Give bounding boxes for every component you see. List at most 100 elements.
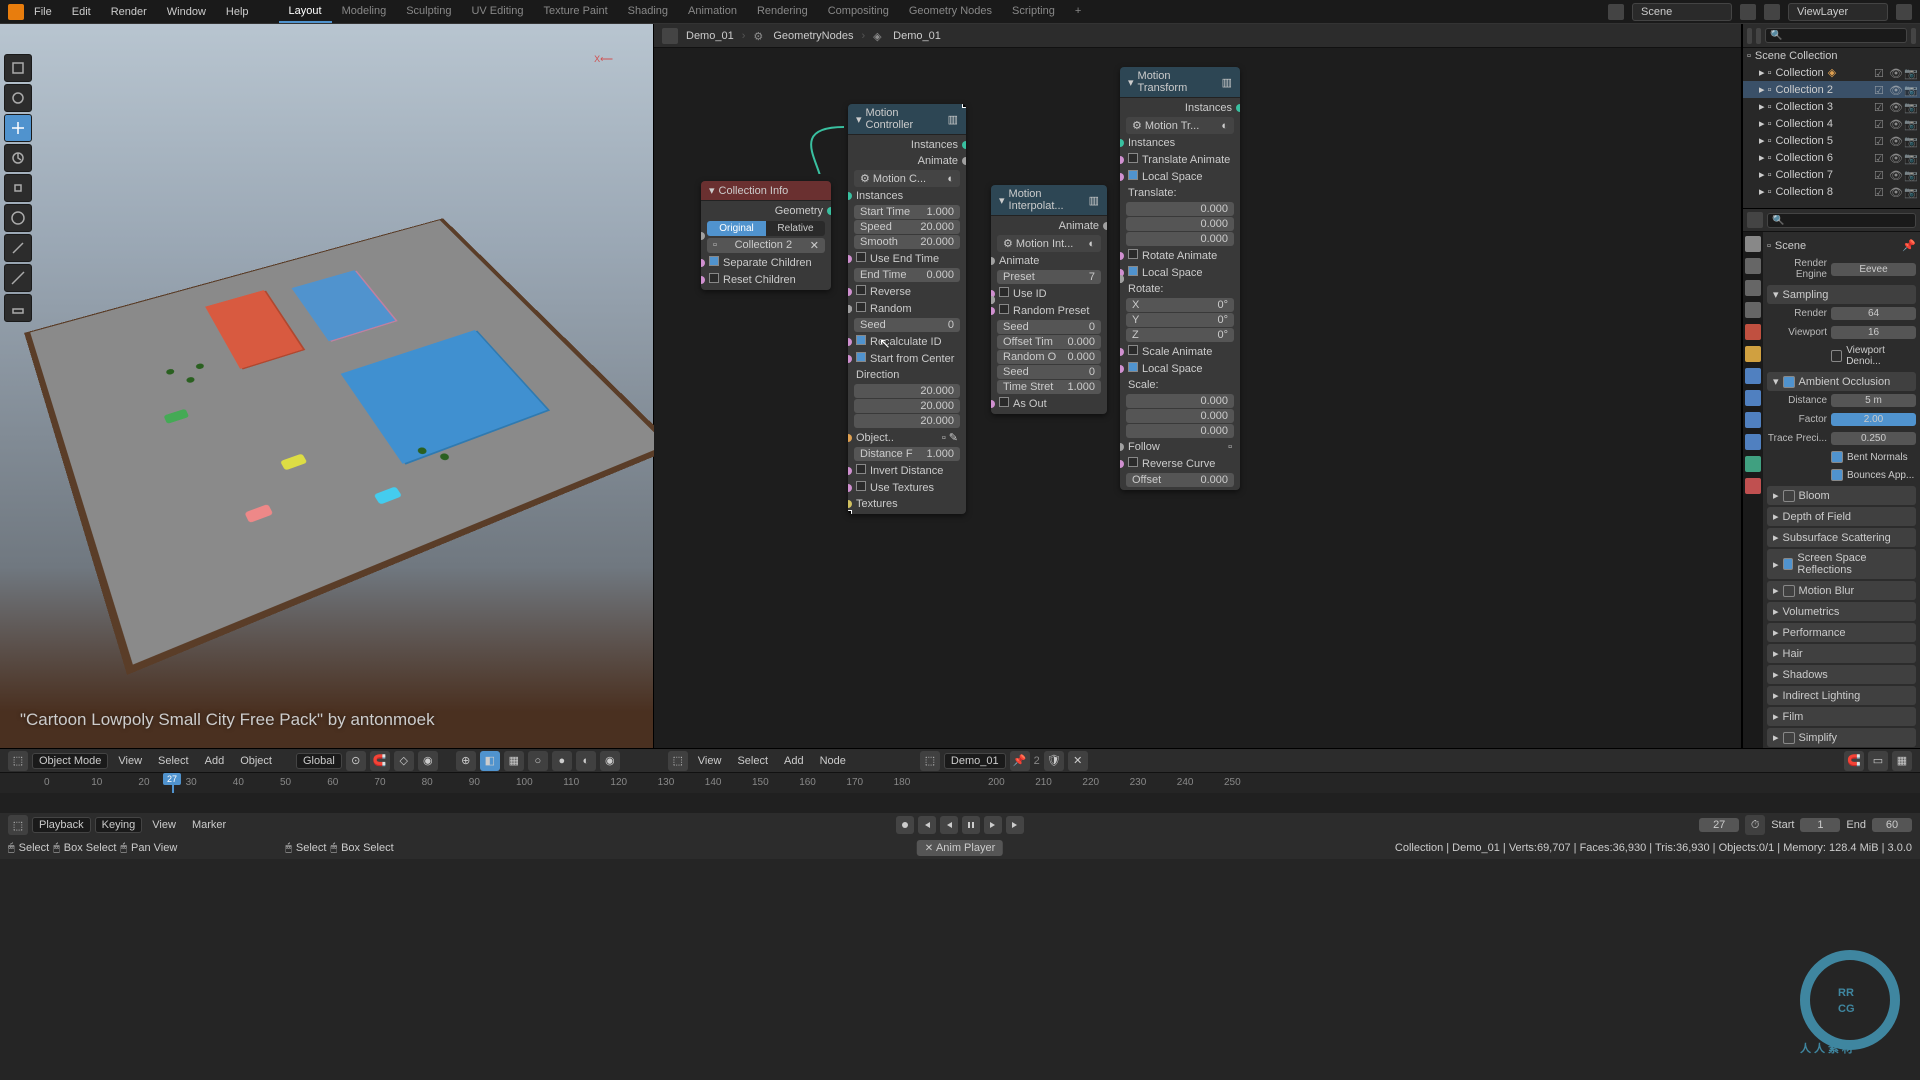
panel-simplify[interactable]: ▸ Simplify bbox=[1767, 728, 1916, 747]
material-tab[interactable] bbox=[1745, 478, 1761, 494]
restrict-select-icon[interactable]: ☑ bbox=[1874, 169, 1886, 181]
invert-distance[interactable]: Invert Distance bbox=[848, 462, 966, 479]
sy[interactable]: 0.000 bbox=[1126, 409, 1234, 423]
outliner-editor-icon[interactable] bbox=[1747, 28, 1752, 44]
editor-type-icon[interactable] bbox=[662, 28, 678, 44]
panel-enable-check[interactable] bbox=[1783, 558, 1794, 570]
dir-z[interactable]: 20.000 bbox=[854, 414, 960, 428]
tx[interactable]: 0.000 bbox=[1126, 202, 1234, 216]
breadcrumb-object[interactable]: Demo_01 bbox=[686, 30, 734, 42]
interp-seed2[interactable]: Seed0 bbox=[997, 365, 1101, 379]
panel-depth-of-field[interactable]: ▸ Depth of Field bbox=[1767, 507, 1916, 526]
random[interactable]: Random bbox=[848, 300, 966, 317]
workspace-tab-shading[interactable]: Shading bbox=[618, 1, 678, 23]
render-visibility-icon[interactable]: 📷 bbox=[1904, 186, 1916, 198]
timeline[interactable]: 27 0102030405060708090100110120130140150… bbox=[0, 773, 1920, 813]
world-tab[interactable] bbox=[1745, 324, 1761, 340]
workspace-tab-rendering[interactable]: Rendering bbox=[747, 1, 818, 23]
preview-range-icon[interactable]: ⏱ bbox=[1745, 815, 1765, 835]
unlink-icon[interactable]: ✕ bbox=[1068, 751, 1088, 771]
viewport-editor-icon[interactable]: ⬚ bbox=[8, 751, 28, 771]
use-textures[interactable]: Use Textures bbox=[848, 479, 966, 496]
visibility-icon[interactable]: 👁 bbox=[1889, 186, 1901, 198]
node-motion-interpolation[interactable]: ▾Motion Interpolat...▥ Animate ⚙Motion I… bbox=[991, 185, 1107, 414]
overlay-icon[interactable]: ◧ bbox=[480, 751, 500, 771]
workspace-tab-uv-editing[interactable]: UV Editing bbox=[461, 1, 533, 23]
workspace-tab-sculpting[interactable]: Sculpting bbox=[396, 1, 461, 23]
physics-tab[interactable] bbox=[1745, 412, 1761, 428]
restrict-select-icon[interactable]: ☑ bbox=[1874, 67, 1886, 79]
socket-geometry[interactable]: Geometry bbox=[701, 203, 831, 219]
restrict-select-icon[interactable]: ☑ bbox=[1874, 84, 1886, 96]
menu-edit[interactable]: Edit bbox=[62, 6, 101, 18]
separate-children[interactable]: Separate Children bbox=[701, 254, 831, 271]
menu-render[interactable]: Render bbox=[101, 6, 157, 18]
3d-viewport[interactable]: "Cartoon Lowpoly Small City Free Pack" b… bbox=[0, 24, 654, 748]
shade-mat-icon[interactable]: ◐ bbox=[576, 751, 596, 771]
offset-time[interactable]: Offset Tim0.000 bbox=[997, 335, 1101, 349]
inner-motion-tr[interactable]: ⚙Motion Tr...◐ bbox=[1126, 117, 1234, 134]
start-from-center[interactable]: Start from Center bbox=[848, 350, 966, 367]
ao-panel[interactable]: ▾ Ambient Occlusion bbox=[1767, 372, 1916, 391]
visibility-icon[interactable]: 👁 bbox=[1889, 84, 1901, 96]
time-stretch[interactable]: Time Stret1.000 bbox=[997, 380, 1101, 394]
breadcrumb-modifier[interactable]: GeometryNodes bbox=[773, 30, 853, 42]
outliner[interactable]: ▫ Scene Collection ▸ ▫ Collection ◈☑👁📷▸ … bbox=[1743, 48, 1920, 208]
pin-icon[interactable]: 📌 bbox=[1902, 239, 1916, 252]
add-workspace-button[interactable]: + bbox=[1065, 1, 1091, 23]
restrict-select-icon[interactable]: ☑ bbox=[1874, 118, 1886, 130]
outliner-row[interactable]: ▸ ▫ Collection ◈☑👁📷 bbox=[1743, 64, 1920, 81]
render-visibility-icon[interactable]: 📷 bbox=[1904, 135, 1916, 147]
timeline-marker[interactable]: Marker bbox=[186, 817, 232, 833]
panel-enable-check[interactable] bbox=[1783, 490, 1795, 502]
shade-solid-icon[interactable]: ● bbox=[552, 751, 572, 771]
jump-start-icon[interactable] bbox=[918, 816, 936, 834]
inner-motion-int[interactable]: ⚙Motion Int...◐ bbox=[997, 235, 1101, 252]
translate-animate[interactable]: Translate Animate bbox=[1120, 151, 1240, 168]
props-editor-icon[interactable] bbox=[1747, 212, 1763, 228]
ao-factor[interactable]: 2.00 bbox=[1831, 413, 1916, 426]
output-tab[interactable] bbox=[1745, 258, 1761, 274]
outliner-row[interactable]: ▸ ▫ Collection 6☑👁📷 bbox=[1743, 149, 1920, 166]
use-id[interactable]: Use ID bbox=[991, 285, 1107, 302]
pause-icon[interactable] bbox=[962, 816, 980, 834]
render-tab[interactable] bbox=[1745, 236, 1761, 252]
anim-player-chip[interactable]: ✕ Anim Player bbox=[917, 840, 1003, 856]
node-collection-info[interactable]: ▾Collection Info Geometry Original Relat… bbox=[701, 181, 831, 290]
render-visibility-icon[interactable]: 📷 bbox=[1904, 84, 1916, 96]
annotate-tool[interactable] bbox=[4, 234, 32, 262]
timeline-view[interactable]: View bbox=[146, 817, 182, 833]
rx[interactable]: X0° bbox=[1126, 298, 1234, 312]
panel-motion-blur[interactable]: ▸ Motion Blur bbox=[1767, 581, 1916, 600]
btn-original[interactable]: Original bbox=[707, 221, 766, 236]
node-select-menu[interactable]: Select bbox=[731, 753, 774, 769]
instances-in[interactable]: Instances bbox=[1120, 135, 1240, 151]
inner-motion-c[interactable]: ⚙Motion C...◐ bbox=[854, 170, 960, 187]
viewport-samples[interactable]: 16 bbox=[1831, 326, 1916, 339]
node-motion-controller[interactable]: ▾Motion Controller▥ Instances Animate ⚙M… bbox=[848, 104, 966, 514]
measure-tool[interactable] bbox=[4, 264, 32, 292]
node-overlay-icon[interactable]: ▦ bbox=[1892, 751, 1912, 771]
viewlayer-new-icon[interactable] bbox=[1896, 4, 1912, 20]
vp-add-menu[interactable]: Add bbox=[199, 753, 231, 769]
panel-volumetrics[interactable]: ▸ Volumetrics bbox=[1767, 602, 1916, 621]
local-space-s[interactable]: Local Space bbox=[1120, 360, 1240, 377]
panel-hair[interactable]: ▸ Hair bbox=[1767, 644, 1916, 663]
ty[interactable]: 0.000 bbox=[1126, 217, 1234, 231]
ao-distance[interactable]: 5 m bbox=[1831, 394, 1916, 407]
rotate-tool[interactable] bbox=[4, 144, 32, 172]
outliner-row[interactable]: ▸ ▫ Collection 3☑👁📷 bbox=[1743, 98, 1920, 115]
reset-children[interactable]: Reset Children bbox=[701, 271, 831, 288]
ao-trace[interactable]: 0.250 bbox=[1831, 432, 1916, 445]
local-space-t[interactable]: Local Space bbox=[1120, 168, 1240, 185]
particle-tab[interactable] bbox=[1745, 390, 1761, 406]
props-search[interactable] bbox=[1767, 213, 1916, 228]
node-editor[interactable]: Demo_01 › ⚙ GeometryNodes › ◈ Demo_01 ▾C… bbox=[654, 24, 1742, 748]
next-key-icon[interactable] bbox=[984, 816, 1002, 834]
orient-dropdown[interactable]: Global bbox=[296, 753, 342, 769]
panel-subsurface-scattering[interactable]: ▸ Subsurface Scattering bbox=[1767, 528, 1916, 547]
socket-instances-out[interactable]: Instances bbox=[1120, 100, 1240, 116]
menu-window[interactable]: Window bbox=[157, 6, 216, 18]
random-preset[interactable]: Random Preset bbox=[991, 302, 1107, 319]
outliner-display-icon[interactable] bbox=[1756, 28, 1761, 44]
